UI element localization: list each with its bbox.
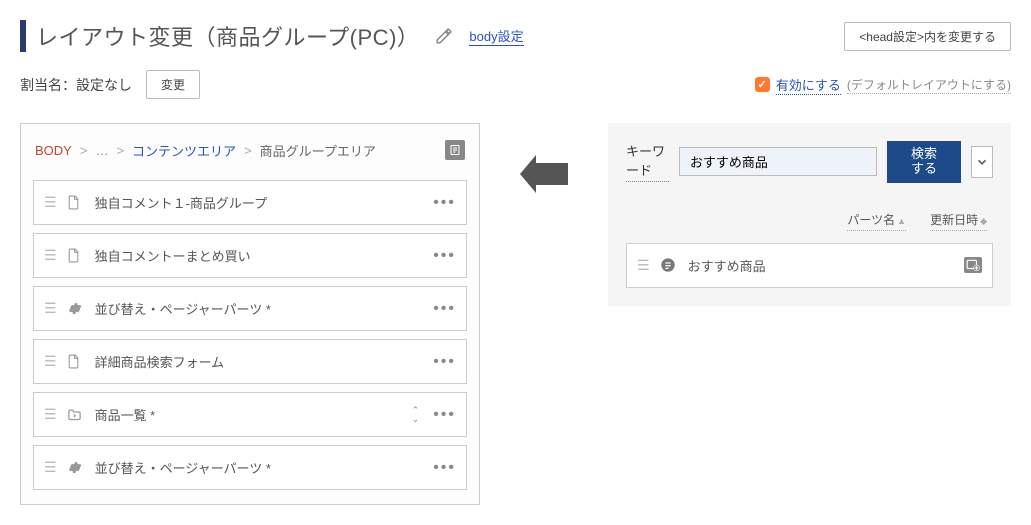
drag-handle-icon[interactable]: ☰ xyxy=(44,406,57,423)
part-item[interactable]: ☰ 詳細商品検索フォーム ••• xyxy=(33,339,467,384)
search-button[interactable]: 検索する xyxy=(887,141,961,183)
result-item-label: おすすめ商品 xyxy=(688,256,954,275)
edit-icon[interactable] xyxy=(435,27,453,45)
part-item[interactable]: ☰ 商品一覧 * ⌃⌄ ••• xyxy=(33,392,467,437)
part-item[interactable]: ☰ 独自コメントーまとめ買い ••• xyxy=(33,233,467,278)
breadcrumb: BODY > … > コンテンツエリア > 商品グループエリア xyxy=(33,134,467,172)
body-setting-link[interactable]: body設定 xyxy=(469,26,523,46)
more-icon[interactable]: ••• xyxy=(433,459,456,477)
part-item-label: 並び替え・ページャーパーツ * xyxy=(95,458,424,477)
add-icon[interactable] xyxy=(964,257,982,273)
part-item-label: 並び替え・ページャーパーツ * xyxy=(95,299,424,318)
more-icon[interactable]: ••• xyxy=(433,247,456,265)
gear-icon xyxy=(67,460,85,475)
part-item-label: 詳細商品検索フォーム xyxy=(95,352,424,371)
page-title: レイアウト変更（商品グループ(PC)） xyxy=(20,20,419,52)
drag-handle-icon[interactable]: ☰ xyxy=(44,247,57,264)
part-item[interactable]: ☰ 並び替え・ページャーパーツ * ••• xyxy=(33,445,467,490)
head-edit-button[interactable]: <head設定>内を変更する xyxy=(844,22,1011,51)
default-layout-link[interactable]: (デフォルトレイアウトにする) xyxy=(847,76,1011,94)
part-item-label: 独自コメント１-商品グループ xyxy=(95,193,424,212)
drag-handle-icon[interactable]: ☰ xyxy=(44,300,57,317)
gear-icon xyxy=(660,257,678,273)
enable-link[interactable]: 有効にする xyxy=(776,75,841,95)
search-input[interactable] xyxy=(679,147,877,176)
sort-updated[interactable]: 更新日時◆ xyxy=(930,211,987,231)
page-icon xyxy=(67,195,85,210)
change-button[interactable]: 変更 xyxy=(146,70,200,99)
result-item[interactable]: ☰ おすすめ商品 xyxy=(626,243,993,288)
more-icon[interactable]: ••• xyxy=(433,300,456,318)
assign-label: 割当名：設定なし xyxy=(20,75,132,95)
enable-checkbox[interactable]: ✓ xyxy=(755,77,770,92)
breadcrumb-current: 商品グループエリア xyxy=(260,141,376,160)
arrow-left-icon xyxy=(520,123,568,185)
drag-handle-icon[interactable]: ☰ xyxy=(44,459,57,476)
search-panel: キーワード 検索する パーツ名▲ 更新日時◆ ☰ おすすめ商品 xyxy=(608,123,1011,306)
breadcrumb-body[interactable]: BODY xyxy=(35,143,72,158)
drag-handle-icon[interactable]: ☰ xyxy=(44,353,57,370)
gear-icon xyxy=(67,301,85,316)
more-icon[interactable]: ••• xyxy=(433,406,456,424)
keyword-label: キーワード xyxy=(626,141,669,182)
drag-handle-icon[interactable]: ☰ xyxy=(637,257,650,274)
reorder-arrows[interactable]: ⌃⌄ xyxy=(412,406,420,424)
document-icon[interactable] xyxy=(445,140,465,160)
expand-toggle[interactable] xyxy=(971,146,993,178)
part-item-label: 商品一覧 * xyxy=(95,405,402,424)
part-item[interactable]: ☰ 独自コメント１-商品グループ ••• xyxy=(33,180,467,225)
layout-panel: BODY > … > コンテンツエリア > 商品グループエリア ☰ 独自コメント１… xyxy=(20,123,480,505)
more-icon[interactable]: ••• xyxy=(433,353,456,371)
breadcrumb-content-area[interactable]: コンテンツエリア xyxy=(132,141,236,160)
more-icon[interactable]: ••• xyxy=(433,194,456,212)
folder-icon xyxy=(67,408,85,421)
page-icon xyxy=(67,354,85,369)
sort-parts-name[interactable]: パーツ名▲ xyxy=(847,211,906,231)
part-item[interactable]: ☰ 並び替え・ページャーパーツ * ••• xyxy=(33,286,467,331)
breadcrumb-ellipsis[interactable]: … xyxy=(95,143,108,158)
page-icon xyxy=(67,248,85,263)
part-item-label: 独自コメントーまとめ買い xyxy=(95,246,424,265)
drag-handle-icon[interactable]: ☰ xyxy=(44,194,57,211)
